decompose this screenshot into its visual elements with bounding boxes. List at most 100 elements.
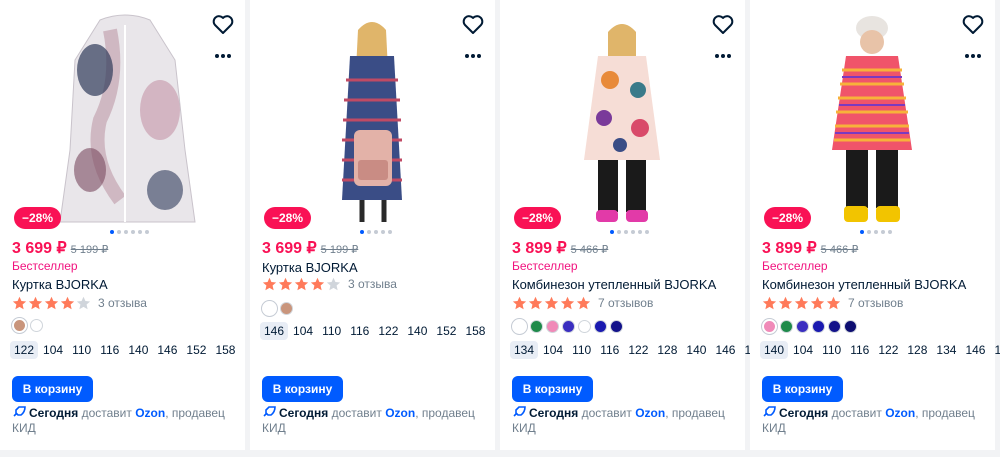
color-swatch[interactable] [610, 320, 623, 333]
color-swatch[interactable] [578, 320, 591, 333]
delivery-seller[interactable]: КИД [262, 421, 286, 435]
photo-pagination-dots[interactable] [360, 230, 392, 234]
size-option[interactable]: 128 [653, 341, 681, 359]
color-swatch[interactable] [30, 319, 43, 332]
color-swatch[interactable] [562, 320, 575, 333]
size-option[interactable]: 158 [461, 322, 489, 340]
delivery-seller-prefix: , продавец [415, 406, 475, 420]
more-options-icon[interactable] [211, 50, 235, 62]
product-title[interactable]: Куртка BJORKA [12, 277, 108, 292]
size-option[interactable]: 122 [624, 341, 652, 359]
size-option[interactable]: 104 [789, 341, 817, 359]
reviews-count[interactable]: 7 отзывов [848, 296, 903, 310]
product-card[interactable]: −28% 3 899 ₽ 5 466 ₽ Бестселлер Комбинез… [500, 0, 765, 450]
rating[interactable]: 7 отзывов [762, 296, 903, 310]
color-swatch[interactable] [780, 320, 793, 333]
product-card[interactable]: −28% 3 899 ₽ 5 466 ₽ Бестселлер Комбинез… [750, 0, 1000, 450]
color-swatch[interactable] [844, 320, 857, 333]
size-option[interactable]: 122 [874, 341, 902, 359]
size-option[interactable]: 110 [818, 341, 845, 359]
reviews-count[interactable]: 3 отзыва [348, 277, 397, 291]
rating[interactable]: 3 отзыва [12, 296, 147, 310]
delivery-ozon[interactable]: Ozon [135, 406, 165, 420]
photo-pagination-dots[interactable] [860, 230, 892, 234]
color-swatch[interactable] [812, 320, 825, 333]
size-option[interactable]: 122 [374, 322, 402, 340]
size-option[interactable]: 104 [39, 341, 67, 359]
delivery-seller[interactable]: КИД [12, 421, 36, 435]
product-photo[interactable] [0, 0, 245, 238]
delivery-seller[interactable]: КИД [762, 421, 786, 435]
product-title[interactable]: Комбинезон утепленный BJORKA [762, 277, 966, 292]
size-option[interactable]: 134 [932, 341, 960, 359]
more-options-icon[interactable] [461, 50, 485, 62]
size-option[interactable]: 134 [510, 341, 539, 359]
reviews-count[interactable]: 7 отзывов [598, 296, 653, 310]
delivery-today: Сегодня [529, 406, 579, 420]
color-swatch[interactable] [762, 319, 777, 334]
favorite-heart-icon[interactable] [961, 12, 985, 36]
size-option[interactable]: 122 [10, 341, 39, 359]
product-photo[interactable] [250, 0, 495, 238]
color-swatch[interactable] [280, 302, 293, 315]
more-options-icon[interactable] [961, 50, 985, 62]
product-photo[interactable] [500, 0, 745, 238]
add-to-cart-button[interactable]: В корзину [762, 376, 843, 402]
size-option[interactable]: 140 [124, 341, 152, 359]
star-icon [60, 296, 75, 310]
size-option[interactable]: 152 [432, 322, 460, 340]
size-option[interactable]: 152 [182, 341, 210, 359]
size-option[interactable]: 104 [539, 341, 567, 359]
product-title[interactable]: Куртка BJORKA [262, 260, 358, 275]
photo-pagination-dots[interactable] [610, 230, 649, 234]
more-options-icon[interactable] [711, 50, 735, 62]
size-option[interactable]: 146 [153, 341, 181, 359]
size-option[interactable]: 152 [990, 341, 1000, 359]
delivery-info: Сегодня доставит Ozon, продавец КИД [512, 406, 744, 436]
photo-pagination-dots[interactable] [110, 230, 149, 234]
delivery-ozon[interactable]: Ozon [635, 406, 665, 420]
rating[interactable]: 7 отзывов [512, 296, 653, 310]
star-icon [262, 277, 277, 291]
product-card[interactable]: −28% 3 699 ₽ 5 199 ₽ Куртка BJORKA 3 отз… [250, 0, 495, 450]
add-to-cart-button[interactable]: В корзину [512, 376, 593, 402]
size-option[interactable]: 140 [403, 322, 431, 340]
color-swatch[interactable] [512, 319, 527, 334]
size-option[interactable]: 116 [846, 341, 873, 359]
size-option[interactable]: 158 [211, 341, 239, 359]
product-photo[interactable] [750, 0, 995, 238]
size-option[interactable]: 146 [711, 341, 739, 359]
color-swatch[interactable] [796, 320, 809, 333]
size-option[interactable]: 140 [682, 341, 710, 359]
favorite-heart-icon[interactable] [711, 12, 735, 36]
size-option[interactable]: 104 [289, 322, 317, 340]
favorite-heart-icon[interactable] [211, 12, 235, 36]
size-option[interactable]: 110 [318, 322, 345, 340]
size-option[interactable]: 146 [961, 341, 989, 359]
color-swatch[interactable] [12, 318, 27, 333]
size-option[interactable]: 116 [96, 341, 123, 359]
size-option[interactable]: 116 [596, 341, 623, 359]
size-option[interactable]: 110 [68, 341, 95, 359]
delivery-ozon[interactable]: Ozon [385, 406, 415, 420]
size-option[interactable]: 146 [260, 322, 289, 340]
rating[interactable]: 3 отзыва [262, 277, 397, 291]
color-swatch[interactable] [594, 320, 607, 333]
reviews-count[interactable]: 3 отзыва [98, 296, 147, 310]
delivery-seller[interactable]: КИД [512, 421, 536, 435]
color-swatch[interactable] [262, 301, 277, 316]
color-swatch[interactable] [530, 320, 543, 333]
color-swatch[interactable] [828, 320, 841, 333]
size-option[interactable]: 116 [346, 322, 373, 340]
color-swatch[interactable] [546, 320, 559, 333]
delivery-ozon[interactable]: Ozon [885, 406, 915, 420]
favorite-heart-icon[interactable] [461, 12, 485, 36]
product-title[interactable]: Комбинезон утепленный BJORKA [512, 277, 716, 292]
add-to-cart-button[interactable]: В корзину [262, 376, 343, 402]
add-to-cart-button[interactable]: В корзину [12, 376, 93, 402]
product-card[interactable]: −28% 3 699 ₽ 5 199 ₽ Бестселлер Куртка B… [0, 0, 245, 450]
star-icon [544, 296, 559, 310]
size-option[interactable]: 140 [760, 341, 789, 359]
size-option[interactable]: 110 [568, 341, 595, 359]
size-option[interactable]: 128 [903, 341, 931, 359]
